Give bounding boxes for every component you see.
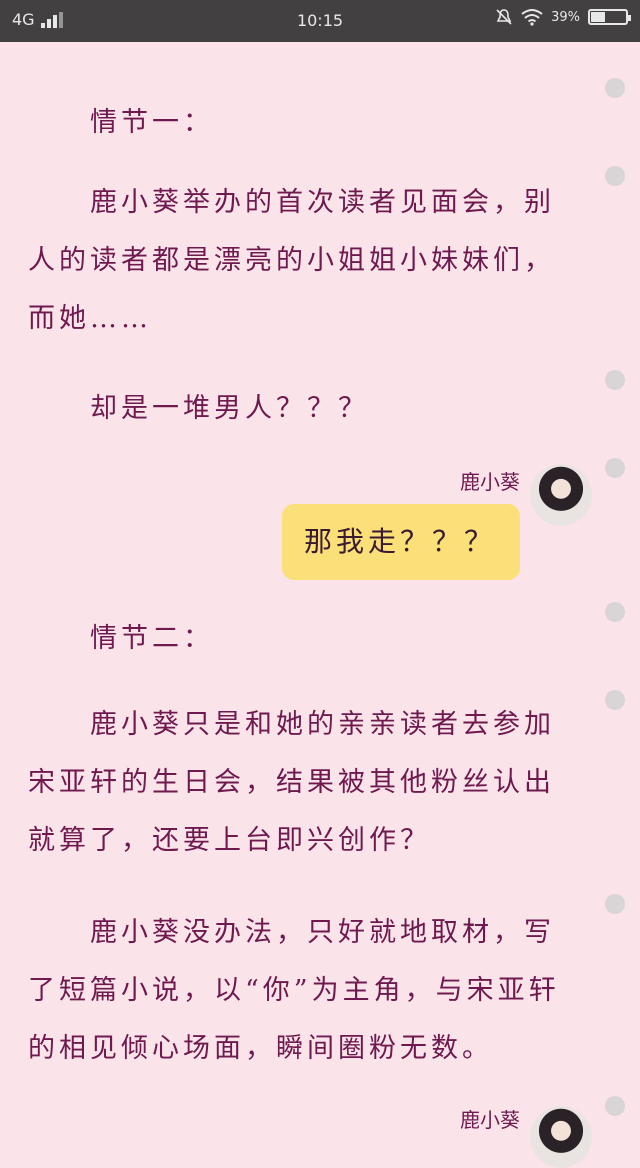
reader-content[interactable]: 情节一： 鹿小葵举办的首次读者见面会，别人的读者都是漂亮的小姐姐小妹妹们，而她…… — [0, 42, 640, 1168]
scroll-marker-dot[interactable] — [605, 602, 625, 622]
mute-icon — [496, 9, 512, 25]
scroll-marker-dot[interactable] — [605, 894, 625, 914]
battery-percent: 39% — [551, 9, 580, 25]
paragraph-heading-2: 情节二： — [90, 623, 214, 654]
status-bar: 4G 10:15 39% — [0, 0, 640, 42]
scroll-marker-dot[interactable] — [605, 166, 625, 186]
battery-fill — [591, 12, 606, 22]
paragraph-2: 却是一堆男人？？？ — [90, 393, 369, 424]
paragraph-1: 鹿小葵举办的首次读者见面会，别人的读者都是漂亮的小姐姐小妹妹们，而她…… — [28, 187, 555, 334]
status-icons: 39% — [495, 8, 631, 26]
scroll-marker-dot[interactable] — [605, 690, 625, 710]
chat-sender-name: 鹿小葵 — [460, 470, 520, 494]
scroll-marker-dot[interactable] — [605, 1096, 625, 1116]
paragraph-heading-1: 情节一： — [90, 107, 214, 138]
avatar-2[interactable] — [530, 1106, 592, 1168]
paragraph-4: 鹿小葵没办法，只好就地取材，写了短篇小说，以“你”为主角，与宋亚轩的相见倾心场面… — [28, 917, 560, 1064]
scroll-marker-dot[interactable] — [605, 78, 625, 98]
chat-bubble: 那我走？？？ — [282, 504, 520, 580]
avatar[interactable] — [530, 464, 592, 526]
paragraph-3: 鹿小葵只是和她的亲亲读者去参加宋亚轩的生日会，结果被其他粉丝认出就算了，还要上台… — [28, 709, 555, 856]
wifi-icon — [521, 9, 543, 26]
scroll-marker-dot[interactable] — [605, 458, 625, 478]
scroll-marker-dot[interactable] — [605, 370, 625, 390]
chat-sender-name-2: 鹿小葵 — [460, 1108, 520, 1132]
battery-icon — [588, 9, 631, 25]
